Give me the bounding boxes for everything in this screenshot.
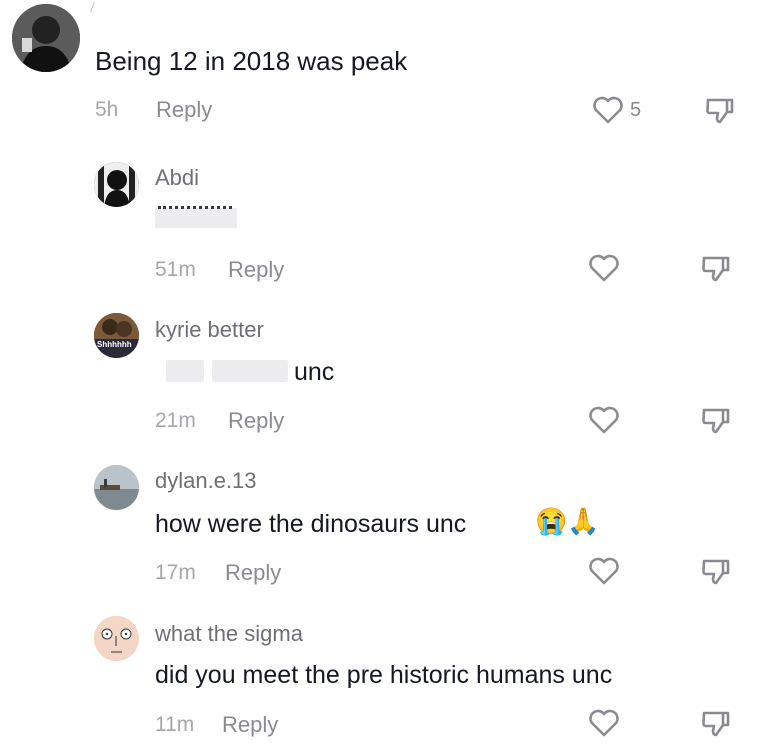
reply-reply-button[interactable]: Reply xyxy=(225,560,281,586)
main-comment-time: 5h xyxy=(95,98,119,121)
reply-dislike-button[interactable] xyxy=(697,705,733,741)
reply-dislike-button[interactable] xyxy=(697,553,733,589)
reply-avatar-abdi[interactable] xyxy=(94,162,139,207)
reply-text: did you meet the pre historic humans unc xyxy=(155,661,613,689)
main-comment-dislike-button[interactable] xyxy=(701,92,737,128)
heart-outline-icon xyxy=(589,254,619,282)
reply-text: unc xyxy=(294,358,335,386)
main-comment-text: Being 12 in 2018 was peak xyxy=(95,46,408,76)
small-mark xyxy=(90,2,103,12)
reply-avatar-what-the-sigma[interactable] xyxy=(94,616,139,661)
reply-username[interactable]: Abdi xyxy=(155,165,199,191)
redaction-artifact xyxy=(158,206,232,213)
reply-like-button[interactable] xyxy=(586,705,622,741)
reply-username[interactable]: dylan.e.13 xyxy=(155,468,257,494)
thumbs-down-icon xyxy=(702,559,730,585)
avatar-caption: Shhhhhh xyxy=(97,340,132,349)
thumbs-down-icon xyxy=(702,256,730,282)
main-comment-avatar[interactable] xyxy=(12,4,80,72)
reply-time: 11m xyxy=(155,713,195,736)
reply-reply-button[interactable]: Reply xyxy=(228,257,284,283)
reply-username[interactable]: what the sigma xyxy=(155,621,303,647)
reply-like-button[interactable] xyxy=(586,402,622,438)
heart-outline-icon xyxy=(593,96,623,124)
reply-username[interactable]: kyrie better xyxy=(155,317,264,343)
reply-text: how were the dinosaurs unc xyxy=(155,510,467,538)
main-comment-reply-button[interactable]: Reply xyxy=(156,97,212,123)
heart-outline-icon xyxy=(589,557,619,585)
reply-dislike-button[interactable] xyxy=(697,402,733,438)
reply-time: 17m xyxy=(155,561,196,584)
reply-like-button[interactable] xyxy=(586,250,622,286)
redacted-text xyxy=(212,360,288,382)
reply-dislike-button[interactable] xyxy=(697,250,733,286)
reply-reply-button[interactable]: Reply xyxy=(228,408,284,434)
reply-time: 51m xyxy=(155,258,196,281)
thumbs-down-icon xyxy=(702,711,730,737)
crying-and-pray-emoji: 😭🙏 xyxy=(535,506,600,536)
reply-avatar-kyrie-better[interactable]: Shhhhhh xyxy=(94,313,139,358)
thumbs-down-icon xyxy=(706,98,734,124)
redacted-text xyxy=(166,360,204,382)
reply-reply-button[interactable]: Reply xyxy=(222,712,278,738)
reply-avatar-dylan[interactable] xyxy=(94,465,139,510)
heart-outline-icon xyxy=(589,406,619,434)
heart-outline-icon xyxy=(589,709,619,737)
thumbs-down-icon xyxy=(702,408,730,434)
reply-time: 21m xyxy=(155,409,196,432)
reply-like-button[interactable] xyxy=(586,553,622,589)
main-comment-like-button[interactable] xyxy=(590,92,626,128)
main-comment-like-count: 5 xyxy=(630,99,642,121)
